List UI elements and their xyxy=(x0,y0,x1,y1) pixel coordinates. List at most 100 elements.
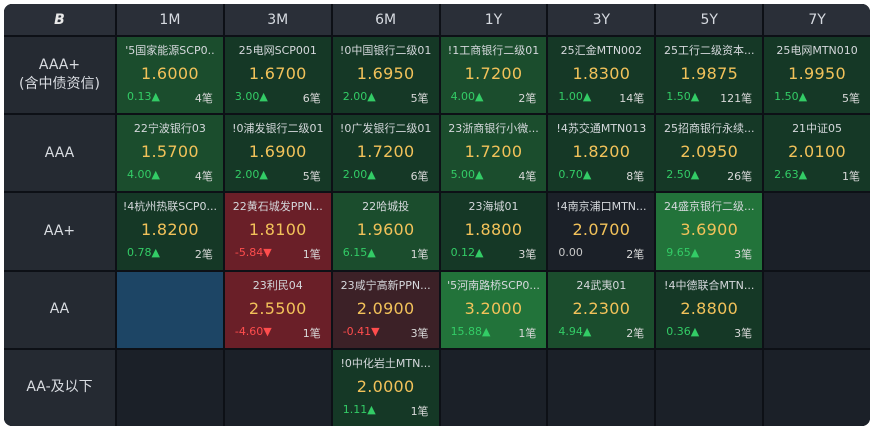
yield-change: 5.00▲ xyxy=(450,168,484,182)
yield-change: 1.50▲ xyxy=(774,90,808,103)
bond-quote-cell[interactable]: 23浙商银行小微... 1.7200 5.00▲ 4笔 xyxy=(440,115,547,192)
quote-meta: 0.13▲ 4笔 xyxy=(117,90,223,106)
bond-quote-cell[interactable]: !4南京浦口MTN... 2.0700 0.00 2笔 xyxy=(548,193,655,270)
empty-cell xyxy=(764,271,870,348)
bond-quote-cell[interactable]: !0中国银行二级01 1.6950 2.00▲ 5笔 xyxy=(332,37,439,114)
tenor-header-1m[interactable]: 1M xyxy=(117,4,223,35)
tenor-header-5y[interactable]: 5Y xyxy=(656,4,763,35)
trade-count: 1笔 xyxy=(302,326,321,340)
bond-name: 25电网SCP001 xyxy=(238,44,317,57)
bond-name: !4苏交通MTN013 xyxy=(556,122,647,136)
brand-logo-icon: B xyxy=(54,11,65,28)
quote-meta: -4.60▼ 1笔 xyxy=(225,325,331,341)
bond-quote-cell[interactable]: !4苏交通MTN013 1.8200 0.70▲ 8笔 xyxy=(548,115,655,192)
empty-cell xyxy=(764,193,870,270)
bond-quote-cell[interactable]: 23咸宁高新PPN... 2.0900 -0.41▼ 3笔 xyxy=(332,271,439,348)
tenor-header-7y[interactable]: 7Y xyxy=(764,4,870,35)
bond-yield: 1.7200 xyxy=(356,142,415,162)
bond-name: 21中证05 xyxy=(792,122,843,136)
trade-count: 2笔 xyxy=(626,248,645,262)
bond-name: !4南京浦口MTN... xyxy=(556,200,647,214)
yield-change: 9.65▲ xyxy=(666,246,700,260)
yield-change: -0.41▼ xyxy=(342,324,380,338)
bond-name: 22宁波银行03 xyxy=(133,122,206,136)
quote-meta: 1.11▲ 1笔 xyxy=(333,403,439,419)
bond-quote-cell[interactable]: '5国家能源SCP0.. 1.6000 0.13▲ 4笔 xyxy=(117,37,223,114)
bond-quote-cell[interactable]: 24盛京银行二级... 3.6900 9.65▲ 3笔 xyxy=(656,193,763,270)
yield-change: 2.50▲ xyxy=(666,168,700,182)
bond-yield: 2.0900 xyxy=(356,298,415,318)
bond-yield: 1.7200 xyxy=(464,142,523,162)
bond-name: !1工商银行二级01 xyxy=(447,44,540,57)
bond-name: !4中德联合MTN... xyxy=(664,278,755,292)
yield-change: 4.00▲ xyxy=(127,168,160,182)
bond-quote-cell[interactable]: 22哈城投 1.9600 6.15▲ 1笔 xyxy=(332,193,439,270)
tenor-header-3y[interactable]: 3Y xyxy=(548,4,655,35)
empty-cell xyxy=(764,349,870,426)
rating-label: AA-及以下 xyxy=(26,379,93,396)
trade-count: 26笔 xyxy=(727,170,753,184)
bond-yield: 2.2300 xyxy=(572,298,631,318)
bond-quote-cell[interactable]: 24武夷01 2.2300 4.94▲ 2笔 xyxy=(548,271,655,348)
bond-quote-cell[interactable]: !0中化岩土MTN... 2.0000 1.11▲ 1笔 xyxy=(332,349,439,426)
quote-meta: 2.63▲ 1笔 xyxy=(764,168,870,184)
bond-quote-cell[interactable]: 21中证05 2.0100 2.63▲ 1笔 xyxy=(764,115,870,192)
rating-label: AA xyxy=(49,301,70,318)
bond-name: 22哈城投 xyxy=(362,200,410,214)
trade-count: 3笔 xyxy=(518,248,537,262)
bond-quote-cell[interactable]: !0广发银行二级01 1.7200 2.00▲ 6笔 xyxy=(332,115,439,192)
quote-meta: 9.65▲ 3笔 xyxy=(656,246,762,262)
bond-name: '5国家能源SCP0.. xyxy=(125,44,215,57)
bond-name: !0浦发银行二级01 xyxy=(232,122,324,136)
empty-cell xyxy=(548,349,655,426)
bond-quote-cell[interactable]: 25工行二级资本... 1.9875 1.50▲ 121笔 xyxy=(656,37,763,114)
bond-quote-cell[interactable]: !1工商银行二级01 1.7200 4.00▲ 2笔 xyxy=(440,37,547,114)
rating-row-header[interactable]: AA xyxy=(4,271,115,348)
bond-yield: 1.8200 xyxy=(572,142,631,162)
bond-quote-cell[interactable]: 23利民04 2.5500 -4.60▼ 1笔 xyxy=(224,271,331,348)
bond-quote-cell[interactable]: !0浦发银行二级01 1.6900 2.00▲ 5笔 xyxy=(224,115,331,192)
bond-quote-cell[interactable]: 22宁波银行03 1.5700 4.00▲ 4笔 xyxy=(117,115,223,192)
quote-meta: 6.15▲ 1笔 xyxy=(333,246,439,262)
tenor-header-3m[interactable]: 3M xyxy=(224,4,331,35)
yield-change: 0.36▲ xyxy=(666,324,700,338)
yield-change: 2.00▲ xyxy=(342,168,376,182)
quote-meta: 0.00 2笔 xyxy=(548,246,654,262)
rating-label: AA+ xyxy=(43,222,76,239)
rating-row-header[interactable]: AA+ xyxy=(4,193,115,270)
yield-change: -4.60▼ xyxy=(234,324,272,338)
tenor-header-6m[interactable]: 6M xyxy=(332,4,439,35)
bond-quote-cell[interactable]: 25电网MTN010 1.9950 1.50▲ 5笔 xyxy=(764,37,870,114)
rating-row-header[interactable]: AAA xyxy=(4,115,115,192)
bond-name: 25电网MTN010 xyxy=(776,44,858,57)
bond-quote-cell[interactable]: 25汇金MTN002 1.8300 1.00▲ 14笔 xyxy=(548,37,655,114)
trade-count: 14笔 xyxy=(619,92,645,105)
bond-name: 24盛京银行二级... xyxy=(663,200,755,214)
rating-row-header[interactable]: AAA+ (含中债资信) xyxy=(4,37,115,114)
empty-cell xyxy=(117,349,223,426)
bond-yield: 1.5700 xyxy=(141,142,199,162)
bond-quote-cell[interactable]: 22黄石城发PPN... 1.8100 -5.84▼ 1笔 xyxy=(224,193,331,270)
empty-cell xyxy=(440,349,547,426)
rating-label: AAA xyxy=(44,144,75,161)
yield-matrix-grid: B 1M 3M 6M 1Y 3Y 5Y 7Y AAA+ (含中债资信) '5国家能源… xyxy=(4,4,870,426)
bond-yield: 1.9950 xyxy=(788,64,846,83)
bond-quote-cell[interactable]: '5河南路桥SCP0... 3.2000 15.88▲ 1笔 xyxy=(440,271,547,348)
bond-quote-cell[interactable]: 25招商银行永续... 2.0950 2.50▲ 26笔 xyxy=(656,115,763,192)
yield-change: 2.63▲ xyxy=(774,168,808,182)
bond-name: !0中化岩土MTN... xyxy=(340,356,431,370)
yield-change: -5.84▼ xyxy=(234,246,272,260)
bond-quote-cell[interactable]: 23海城01 1.8800 0.12▲ 3笔 xyxy=(440,193,547,270)
tenor-header-1y[interactable]: 1Y xyxy=(440,4,547,35)
yield-change: 1.11▲ xyxy=(342,402,376,416)
trade-count: 2笔 xyxy=(194,248,213,262)
bond-quote-cell[interactable]: !4杭州热联SCP0... 1.8200 0.78▲ 2笔 xyxy=(117,193,223,270)
bond-quote-cell[interactable]: 25电网SCP001 1.6700 3.00▲ 6笔 xyxy=(224,37,331,114)
trade-count: 4笔 xyxy=(194,170,213,184)
bond-quote-cell[interactable]: !4中德联合MTN... 2.8800 0.36▲ 3笔 xyxy=(656,271,763,348)
rating-row-header[interactable]: AA-及以下 xyxy=(4,349,115,426)
trade-count: 1笔 xyxy=(302,248,321,262)
bond-name: 23咸宁高新PPN... xyxy=(340,278,431,292)
trade-count: 6笔 xyxy=(302,92,321,105)
bond-yield: 1.6900 xyxy=(248,142,307,162)
